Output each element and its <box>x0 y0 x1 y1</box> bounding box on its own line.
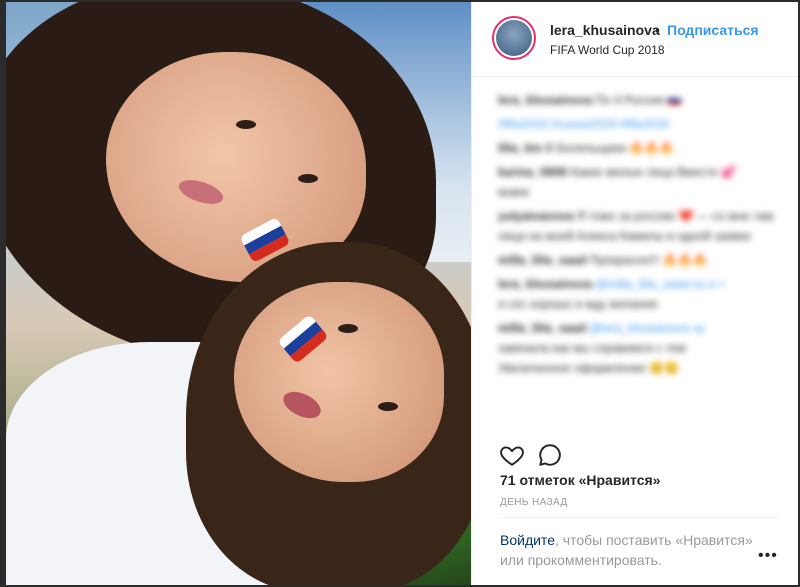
divider <box>499 517 779 518</box>
comment-item: lera_khusainova @milla_lilia_saad но а т… <box>498 277 725 311</box>
login-prompt: Войдите, чтобы поставить «Нравится» или … <box>500 530 760 570</box>
post-timestamp[interactable]: ДЕНЬ НАЗАД <box>500 497 568 508</box>
photo-eye <box>338 324 358 333</box>
separator-dot: • <box>655 22 660 38</box>
comments-list: lera_khusainova По 4 Россия 🇷🇺 #fifa2018… <box>498 90 778 382</box>
post-modal: lera_khusainova • Подписаться FIFA World… <box>6 2 798 585</box>
post-header: lera_khusainova • Подписаться FIFA World… <box>472 2 798 77</box>
avatar[interactable] <box>492 16 536 60</box>
comment-item: #fifa2018 #russia2018 #fifa2018 <box>498 117 669 131</box>
photo-eye <box>378 402 398 411</box>
comment-item: lera_khusainova По 4 Россия 🇷🇺 <box>498 93 682 107</box>
username-link[interactable]: lera_khusainova <box>550 22 660 38</box>
photo-eye <box>298 174 318 183</box>
photo-eye <box>236 120 256 129</box>
more-options-icon[interactable]: ••• <box>758 547 778 565</box>
post-photo[interactable] <box>6 2 471 585</box>
speech-bubble-icon[interactable] <box>537 442 563 468</box>
avatar-image <box>496 20 532 56</box>
comment-item: milla_lilia_saad @lera_khusainova ну завя… <box>498 321 705 375</box>
comment-item: milla_lilia_saad Прекрасно!!! 🔥🔥🔥 <box>498 253 708 267</box>
location-link[interactable]: FIFA World Cup 2018 <box>550 43 665 57</box>
heart-icon[interactable] <box>499 442 525 468</box>
comment-item: lilia_bis В Болельщики 🔥🔥🔥 <box>498 141 675 155</box>
comment-item: karina_0808 Какие милые лица Вместе 💕 вов… <box>498 165 736 199</box>
likes-count[interactable]: 71 отметок «Нравится» <box>500 472 660 488</box>
comment-item: yulyaivanova Я тоже за россию ❤️ — со мн… <box>498 209 774 243</box>
login-link[interactable]: Войдите <box>500 532 555 548</box>
post-sidebar: lera_khusainova • Подписаться FIFA World… <box>471 2 798 585</box>
follow-button[interactable]: Подписаться <box>667 22 759 38</box>
